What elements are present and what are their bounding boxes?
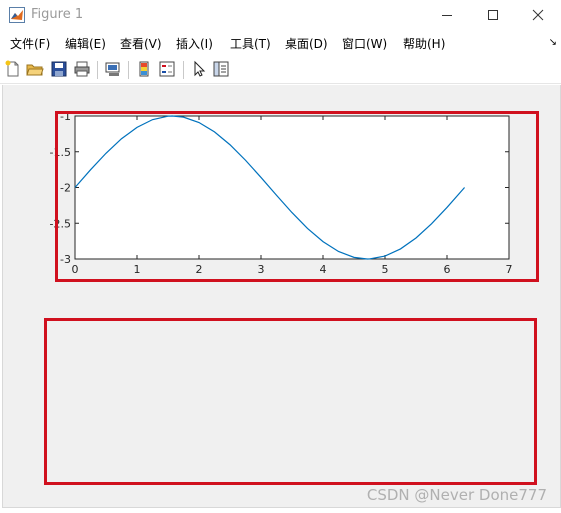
menu-bar: 文件(F) 编辑(E) 查看(V) 插入(I) 工具(T) 桌面(D) 窗口(W… — [0, 31, 561, 55]
minimize-button[interactable] — [424, 0, 470, 30]
print-icon[interactable] — [73, 60, 91, 78]
link-plot-icon[interactable] — [104, 60, 122, 78]
toolbar-separator — [183, 61, 184, 79]
save-icon[interactable] — [50, 60, 68, 78]
close-icon — [532, 9, 544, 21]
menu-view[interactable]: 查看(V) — [120, 35, 162, 52]
pointer-icon[interactable] — [190, 60, 208, 78]
menu-desktop[interactable]: 桌面(D) — [285, 35, 328, 52]
open-file-icon[interactable] — [26, 60, 44, 78]
highlight-box-top — [55, 111, 539, 282]
menu-help[interactable]: 帮助(H) — [403, 35, 445, 52]
maximize-button[interactable] — [470, 0, 516, 30]
menu-file[interactable]: 文件(F) — [10, 35, 50, 52]
matlab-logo-icon — [9, 7, 25, 23]
close-button[interactable] — [515, 0, 561, 30]
property-editor-icon[interactable] — [212, 60, 230, 78]
minimize-icon — [442, 15, 452, 16]
menu-overflow-icon[interactable]: ↘ — [549, 37, 557, 48]
toolbar-separator — [97, 61, 98, 79]
menu-tools[interactable]: 工具(T) — [230, 35, 271, 52]
window-title: Figure 1 — [31, 7, 84, 22]
menu-edit[interactable]: 编辑(E) — [65, 35, 106, 52]
title-bar: Figure 1 — [0, 0, 561, 30]
insert-colorbar-icon[interactable] — [135, 60, 153, 78]
insert-legend-icon[interactable] — [158, 60, 176, 78]
maximize-icon — [488, 10, 498, 20]
menu-insert[interactable]: 插入(I) — [176, 35, 213, 52]
watermark-text: CSDN @Never Done777 — [366, 486, 547, 504]
figure-toolbar — [0, 57, 561, 84]
toolbar-separator — [128, 61, 129, 79]
menu-window[interactable]: 窗口(W) — [342, 35, 387, 52]
highlight-box-bottom — [44, 318, 537, 485]
new-figure-icon[interactable] — [4, 60, 22, 78]
